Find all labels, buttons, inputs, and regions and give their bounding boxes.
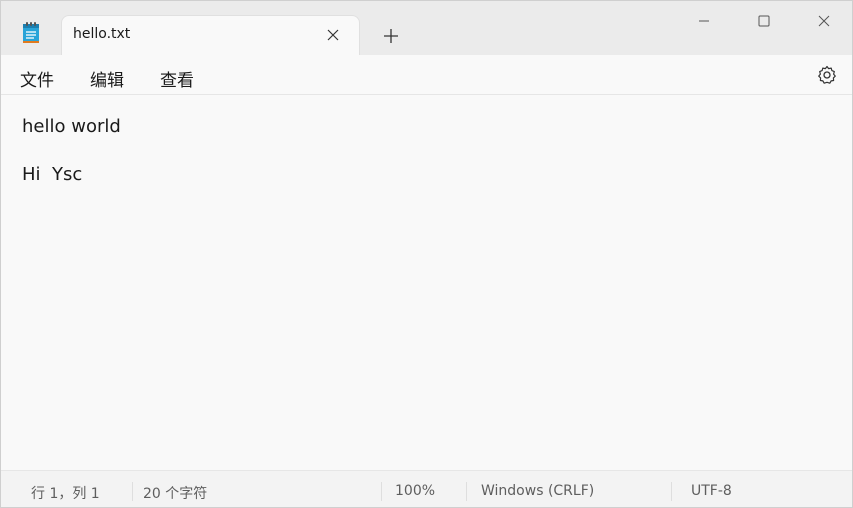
status-divider (132, 482, 133, 501)
status-cursor-position: 行 1，列 1 (31, 486, 100, 502)
status-char-count: 20 个字符 (143, 486, 208, 502)
menu-edit[interactable]: 编辑 (88, 64, 126, 93)
status-divider (466, 482, 467, 501)
status-bar: 行 1，列 1 20 个字符 100% Windows (CRLF) UTF-8 (1, 470, 852, 507)
status-encoding[interactable]: UTF-8 (691, 483, 732, 499)
gear-icon[interactable] (816, 64, 838, 86)
close-icon[interactable] (323, 25, 343, 45)
minimize-icon[interactable] (674, 1, 734, 41)
editor-line-1: hello world (22, 116, 121, 137)
tab-hello-txt[interactable]: hello.txt (61, 15, 360, 55)
window-controls (674, 1, 852, 41)
plus-icon[interactable] (379, 24, 403, 48)
close-icon[interactable] (794, 1, 852, 41)
text-editor[interactable]: hello world Hi Ysc (1, 96, 852, 470)
notepad-window: hello.txt 文件 编辑 查看 hello world Hi Ysc 行 … (0, 0, 853, 508)
tab-title: hello.txt (73, 26, 131, 42)
maximize-icon[interactable] (734, 1, 794, 41)
menu-view[interactable]: 查看 (158, 64, 196, 93)
status-divider (381, 482, 382, 501)
editor-line-3: Hi Ysc (22, 164, 83, 185)
notepad-icon (21, 21, 41, 45)
status-line-ending[interactable]: Windows (CRLF) (481, 483, 594, 499)
menu-bar: 文件 编辑 查看 (1, 55, 852, 95)
status-divider (671, 482, 672, 501)
title-bar: hello.txt (1, 1, 852, 55)
menu-file[interactable]: 文件 (18, 64, 56, 93)
status-zoom[interactable]: 100% (395, 483, 435, 499)
